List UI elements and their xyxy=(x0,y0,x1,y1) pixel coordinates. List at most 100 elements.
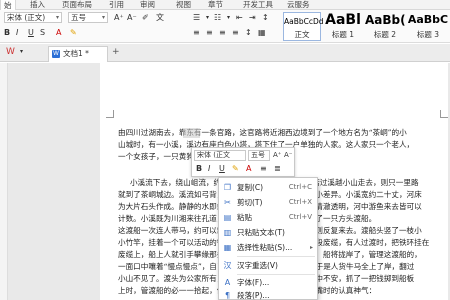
bullet-list-icon[interactable]: ☰ xyxy=(193,13,200,23)
menu-item-paste[interactable]: ▤ 粘贴 Ctrl+V xyxy=(219,211,318,224)
shrink-font-icon[interactable]: A⁻ xyxy=(284,150,292,160)
style-label: 标题 1 xyxy=(331,30,355,39)
style-heading-2[interactable]: AaBb( 标题 2 xyxy=(365,12,406,41)
ribbon-home: 宋体 (正文) ▾ 五号 ▾ A⁺ A⁻ ✐ 文 ☰ ▾ ☷ ▾ ⇤ ⇥ ↕ B… xyxy=(0,10,450,43)
line-text: 一个女孩子，一只黄狗 xyxy=(118,152,194,161)
paragraph-icon: ¶ xyxy=(224,291,231,300)
underline-icon[interactable]: U xyxy=(219,164,225,174)
mini-size-combo[interactable]: 五号 xyxy=(248,150,270,161)
number-list-icon[interactable]: ☷ xyxy=(214,13,221,23)
font-icon: A xyxy=(224,278,231,287)
menu-item-label: 剪切(T) xyxy=(237,198,263,207)
shrink-font-icon[interactable]: A⁻ xyxy=(127,13,137,23)
highlight-icon[interactable]: ✎ xyxy=(70,28,77,38)
menu-item-font[interactable]: A 字体(F)... xyxy=(219,276,318,289)
menu-separator xyxy=(237,256,315,257)
menu-separator xyxy=(237,274,315,275)
chevron-down-icon: ▾ xyxy=(55,14,59,21)
style-preview: AaBbC xyxy=(407,13,449,26)
grow-font-icon[interactable]: A⁺ xyxy=(114,13,124,23)
style-preview: AaBbCcDd xyxy=(284,17,324,26)
shading-icon[interactable]: ▦ xyxy=(258,28,266,38)
document-icon: W xyxy=(52,50,60,58)
underline-icon[interactable]: U xyxy=(28,28,34,38)
new-tab-icon[interactable]: + xyxy=(112,47,120,57)
menu-item-copy[interactable]: ❐ 复制(C) Ctrl+C xyxy=(219,181,318,194)
context-menu: ❐ 复制(C) Ctrl+C ✂ 剪切(T) Ctrl+X ▤ 粘贴 Ctrl+… xyxy=(218,177,318,300)
document-tab[interactable]: W 文档1 * xyxy=(48,46,108,62)
font-color-icon[interactable]: A xyxy=(56,28,61,38)
tab-sections[interactable]: 章节 xyxy=(208,0,223,10)
font-size-value: 五号 xyxy=(71,13,86,22)
sort-icon[interactable]: ↕ xyxy=(262,13,269,23)
document-tab-strip: W ▾ W 文档1 * + xyxy=(0,44,450,62)
justify-icon[interactable]: ≡ xyxy=(232,28,239,38)
mini-font-value: 宋体 (正文 xyxy=(197,151,230,159)
style-preview: AaBb( xyxy=(365,13,406,27)
menu-item-paste-special[interactable]: ▦ 选择性粘贴(S)... ▸ xyxy=(219,241,318,254)
menu-item-label: 只粘贴文本(T) xyxy=(237,228,285,237)
style-heading-1[interactable]: AaBl 标题 1 xyxy=(323,12,363,41)
align-center-icon[interactable]: ≡ xyxy=(206,28,213,38)
chevron-down-icon[interactable]: ▾ xyxy=(206,13,209,23)
ribbon-tab-bar: 始 插入 页面布局 引用 审阅 视图 章节 开发工具 云服务 xyxy=(0,0,450,10)
mini-format-toolbar: 宋体 (正文 五号 A⁺ A⁻ B I U ✎ A ≡ ≣ xyxy=(191,147,295,177)
menu-item-label: 选择性粘贴(S)... xyxy=(237,243,293,252)
tab-review[interactable]: 审阅 xyxy=(140,0,155,10)
strikethrough-icon[interactable]: S xyxy=(40,28,45,38)
italic-icon[interactable]: I xyxy=(208,164,210,174)
italic-icon[interactable]: I xyxy=(16,28,18,38)
margin-corner-mark xyxy=(440,110,448,118)
align-icon[interactable]: ≡ xyxy=(260,164,267,174)
font-name-combo[interactable]: 宋体 (正文) ▾ xyxy=(4,12,62,23)
style-gallery: AaBbCcDd 正文 AaBl 标题 1 AaBb( 标题 2 AaBbC 标… xyxy=(283,12,450,42)
chevron-right-icon: ▸ xyxy=(309,244,313,251)
menu-item-shortcut: Ctrl+X xyxy=(288,198,312,206)
style-label: 正文 xyxy=(294,30,310,39)
style-label: 标题 2 xyxy=(373,30,397,39)
tab-view[interactable]: 视图 xyxy=(176,0,191,10)
margin-corner-mark xyxy=(106,110,114,118)
bold-icon[interactable]: B xyxy=(196,164,202,174)
indent-icon[interactable]: ⇥ xyxy=(249,13,256,23)
outdent-icon[interactable]: ⇤ xyxy=(236,13,243,23)
phonetic-icon[interactable]: 文 xyxy=(156,13,164,23)
tab-insert[interactable]: 插入 xyxy=(30,0,45,10)
tab-cloud[interactable]: 云服务 xyxy=(287,0,310,10)
line-text: 由四川过湖南去，靠东有一条官路，这官路将近湘西边境到了一个地方名为“茶峒”的小 xyxy=(118,128,407,137)
tab-home[interactable]: 始 xyxy=(0,0,16,10)
chevron-down-icon: ▾ xyxy=(101,14,105,21)
menu-item-label: 汉字重选(V) xyxy=(237,261,278,270)
tab-references[interactable]: 引用 xyxy=(109,0,124,10)
bold-icon[interactable]: B xyxy=(4,28,10,38)
menu-item-cut[interactable]: ✂ 剪切(T) Ctrl+X xyxy=(219,196,318,209)
tab-page-layout[interactable]: 页面布局 xyxy=(62,0,92,10)
list-icon[interactable]: ≣ xyxy=(274,164,281,174)
menu-item-paragraph[interactable]: ¶ 段落(P)... xyxy=(219,289,318,300)
font-size-combo[interactable]: 五号 ▾ xyxy=(68,12,108,23)
chevron-down-icon[interactable]: ▾ xyxy=(227,13,230,23)
style-normal[interactable]: AaBbCcDd 正文 xyxy=(283,12,324,41)
menu-item-paste-text[interactable]: ▥ 只粘贴文本(T) xyxy=(219,226,318,239)
highlight-icon[interactable]: ✎ xyxy=(232,164,239,174)
align-right-icon[interactable]: ≡ xyxy=(219,28,226,38)
style-heading-3[interactable]: AaBbC 标题 3 xyxy=(407,12,449,41)
menu-item-shortcut: Ctrl+C xyxy=(288,183,312,191)
font-color-icon[interactable]: A xyxy=(246,164,251,174)
paste-icon: ▤ xyxy=(223,213,232,222)
mini-font-combo[interactable]: 宋体 (正文 xyxy=(194,150,246,161)
grow-font-icon[interactable]: A⁺ xyxy=(273,150,281,160)
menu-item-label: 字体(F)... xyxy=(237,278,270,287)
copy-icon: ❐ xyxy=(223,183,232,192)
clear-format-icon[interactable]: ✐ xyxy=(142,13,149,23)
line-spacing-icon[interactable]: ↕ xyxy=(245,28,252,38)
menu-item-reselect[interactable]: 汉 汉字重选(V) xyxy=(219,259,318,272)
menu-item-label: 段落(P)... xyxy=(237,291,270,300)
chevron-down-icon[interactable]: ▾ xyxy=(20,47,23,57)
paste-special-icon: ▦ xyxy=(223,243,232,252)
mini-size-value: 五号 xyxy=(251,151,265,159)
tab-developer[interactable]: 开发工具 xyxy=(243,0,273,10)
paragraph-line[interactable]: 由四川过湖南去，靠东有一条官路，这官路将近湘西边境到了一个地方名为“茶峒”的小 xyxy=(118,128,448,138)
align-left-icon[interactable]: ≡ xyxy=(193,28,200,38)
wps-logo-icon[interactable]: W xyxy=(6,47,15,57)
